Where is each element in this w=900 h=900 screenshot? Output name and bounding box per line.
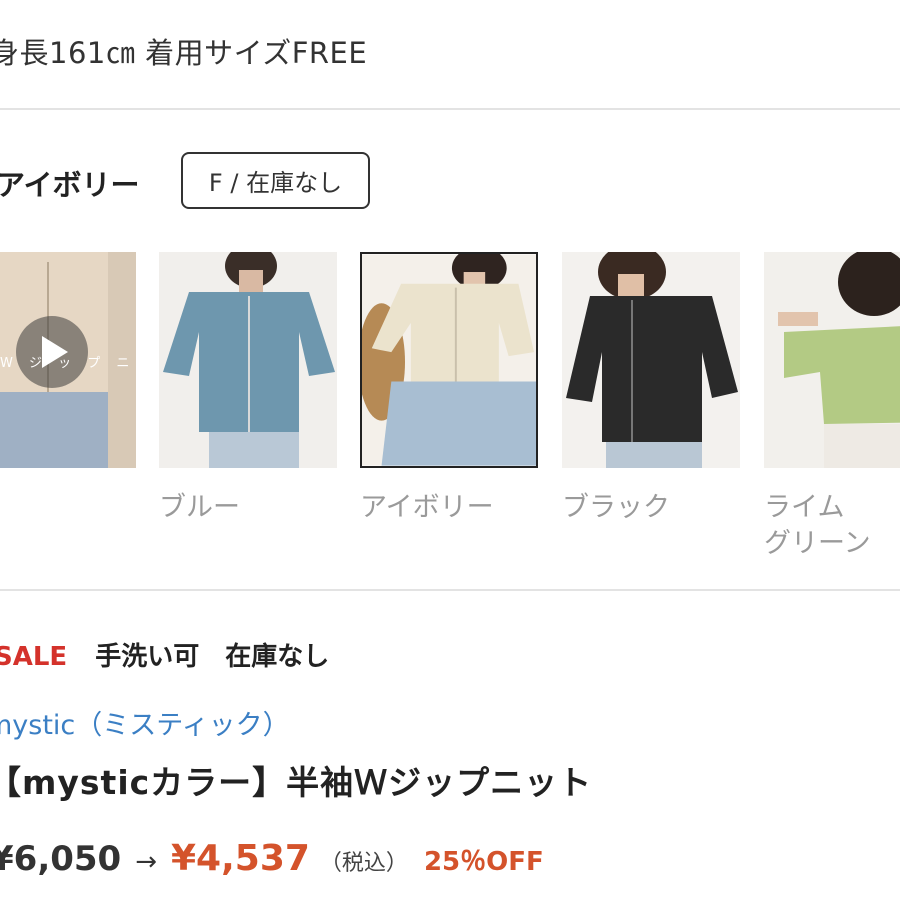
price-arrow: → [135,847,157,877]
brand-link[interactable]: mystic（ミスティック） [0,703,290,742]
model-size-info: 身長161㎝ 着用サイズFREE [0,36,368,70]
color-label-lime-green[interactable]: ライム グリーン [764,490,871,562]
selected-color-name: アイボリー [0,168,140,202]
divider [0,108,900,110]
product-title: 【mysticカラー】半袖Ｗジップニット [0,763,593,802]
product-tags: SALE 手洗い可 在庫なし [0,636,355,673]
product-photo-blue [159,252,337,468]
color-label-blue[interactable]: ブルー [159,490,240,526]
sale-price: ¥4,537 [171,838,310,879]
sale-tag: SALE [0,642,68,672]
color-label-ivory[interactable]: アイボリー [360,490,494,526]
size-option-button[interactable]: F / 在庫なし [181,152,370,209]
product-photo-lime-green [764,252,900,468]
color-thumb-ivory[interactable] [360,252,538,468]
stock-tag: 在庫なし [225,642,330,672]
tax-note: （税込） [319,851,408,876]
color-thumb-blue[interactable] [159,252,337,468]
washable-tag: 手洗い可 [95,642,200,672]
original-price: ¥6,050 [0,839,122,879]
product-photo-black [562,252,740,468]
product-photo-ivory [362,254,536,466]
color-label-black[interactable]: ブラック [562,490,670,526]
discount-badge: 25％OFF [423,847,544,877]
divider [0,589,900,591]
price-row: ¥6,050 → ¥4,537 （税込） 25％OFF [0,838,544,879]
color-thumb-black[interactable] [562,252,740,468]
color-thumb-lime-green[interactable] [764,252,900,468]
